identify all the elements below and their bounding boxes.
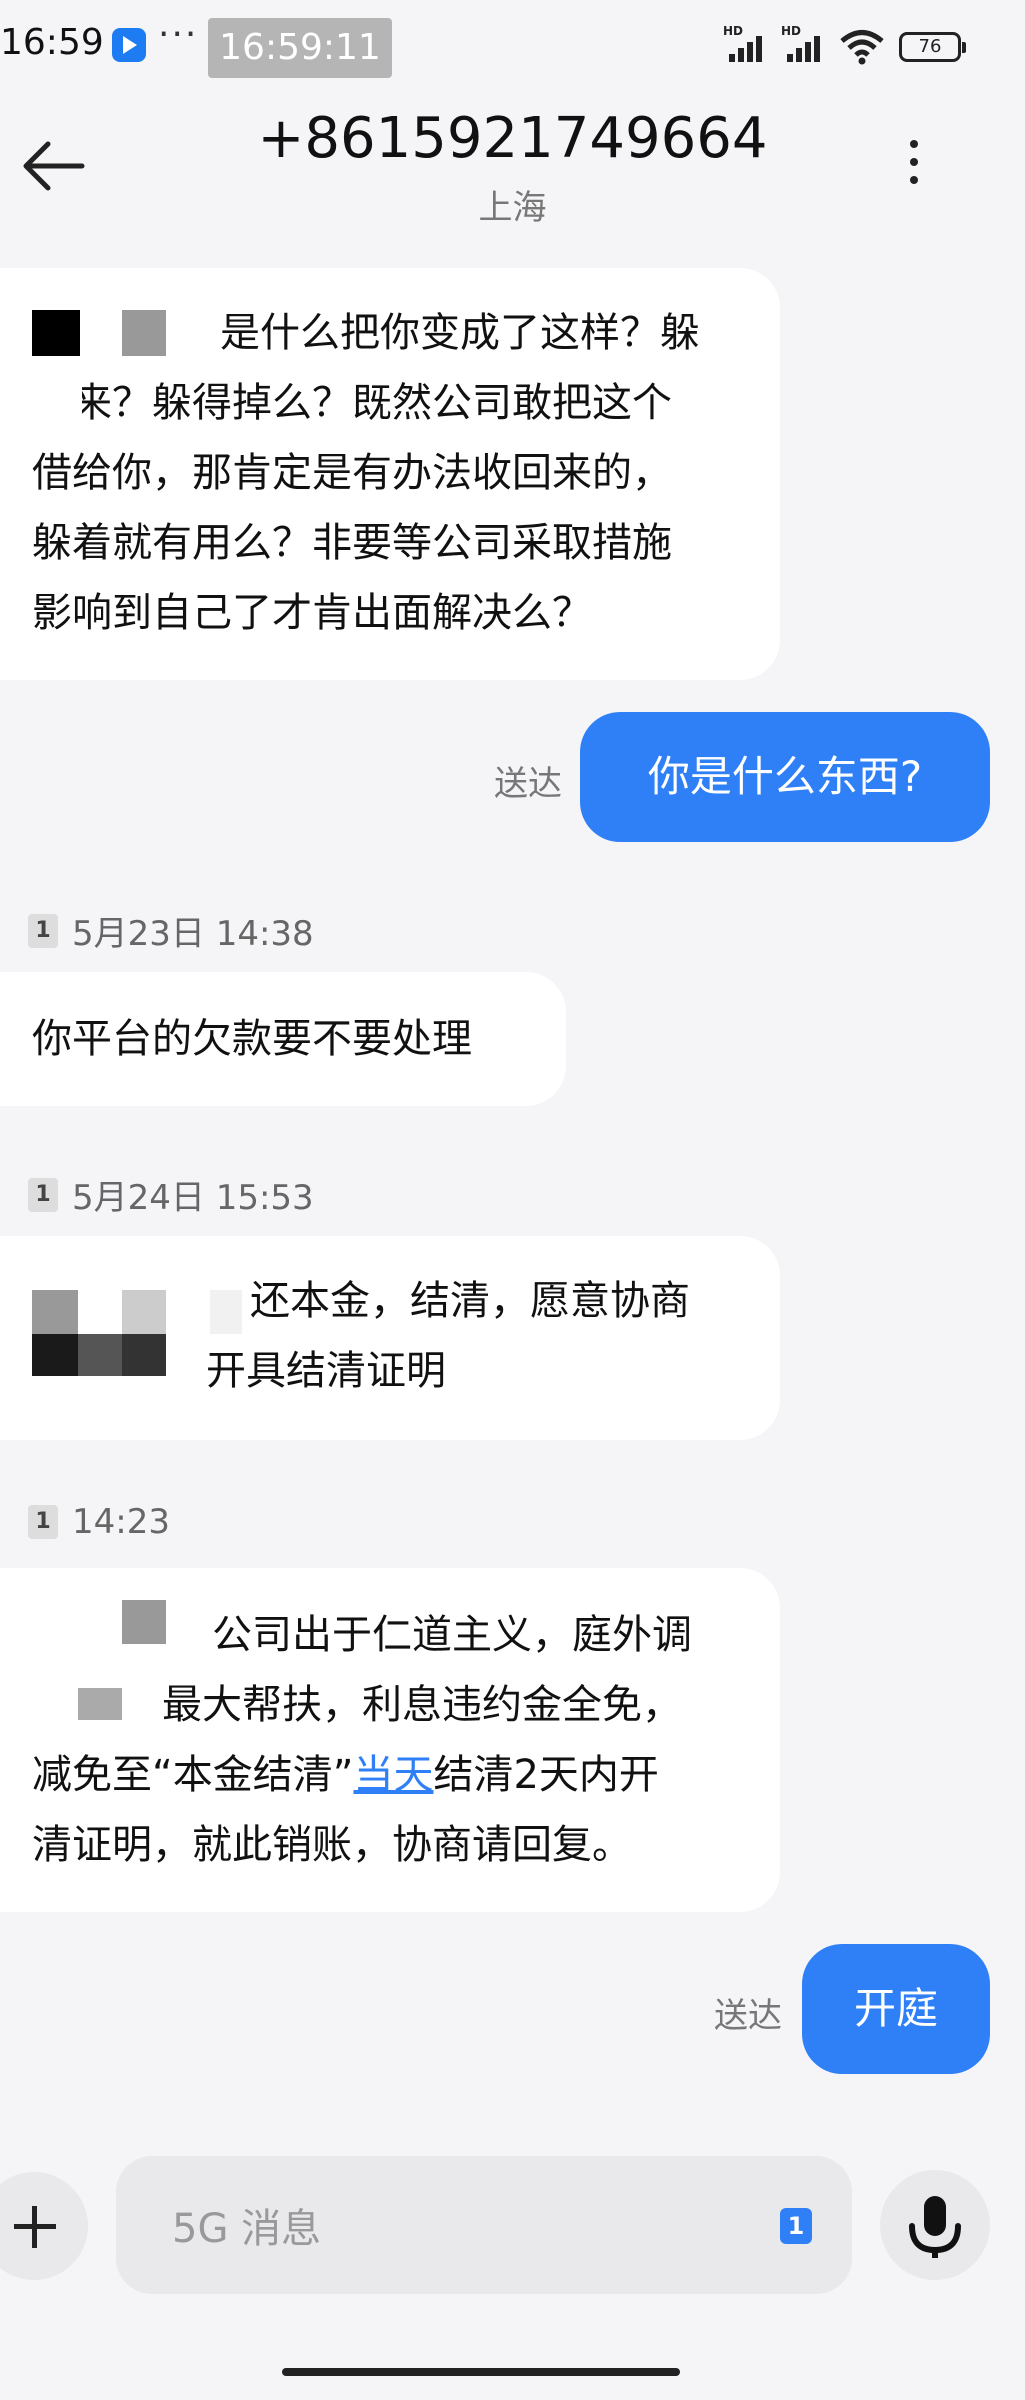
plus-icon[interactable] <box>0 2172 88 2280</box>
home-indicator[interactable] <box>282 2368 680 2376</box>
sim-badge: 1 <box>28 1177 58 1212</box>
status-icons: HD HD 76 <box>723 24 966 66</box>
message-line: 减免至“本金结清”当天结清2天内开 <box>32 1740 748 1810</box>
input-placeholder: 5G 消息 <box>172 2206 322 2252</box>
clock-badge: 16:59:11 <box>208 18 392 78</box>
message-line: 起来？躲得掉么？既然公司敢把这个 <box>32 380 672 426</box>
redaction-mosaic <box>78 1334 122 1376</box>
signal-icon: HD <box>723 24 767 66</box>
redaction-mosaic <box>30 1690 78 1726</box>
sim-selector-badge[interactable]: 1 <box>780 2208 812 2244</box>
contact-number: +8615921749664 <box>257 106 768 171</box>
delivered-status: 送达 <box>494 764 562 804</box>
more-notifications-icon: ··· <box>158 14 199 55</box>
date-separator: 1 14:23 <box>28 1502 170 1542</box>
incoming-message[interactable]: 你平台的欠款要不要处理 <box>0 972 566 1106</box>
date-separator: 1 5月23日 14:38 <box>28 906 314 955</box>
message-text: 结清2天内开 <box>433 1752 659 1798</box>
hd-label: HD <box>723 24 744 38</box>
microphone-icon <box>909 2196 961 2258</box>
status-bar: 16:59 ··· 16:59:11 HD HD 76 <box>0 0 1025 88</box>
message-line: 躲着就有用么？非要等公司采取措施 <box>32 520 672 566</box>
redaction-mosaic <box>122 1334 166 1376</box>
redaction-mosaic <box>78 1688 122 1720</box>
incoming-message[interactable]: 公司出于仁道主义，庭外调 最大帮扶，利息违约金全免， 减免至“本金结清”当天结清… <box>0 1568 780 1912</box>
more-vertical-icon[interactable] <box>898 140 930 196</box>
wifi-icon <box>840 30 884 65</box>
status-time: 16:59 <box>0 22 104 63</box>
redaction-mosaic <box>210 1290 242 1334</box>
date-text: 14:23 <box>72 1502 170 1542</box>
redaction-mosaic <box>32 1290 78 1334</box>
app-notification-icon <box>112 28 146 62</box>
redaction-mosaic <box>32 310 80 356</box>
sim-badge: 1 <box>28 1505 58 1539</box>
date-text: 5月24日 15:53 <box>72 1178 314 1218</box>
date-link[interactable]: 当天 <box>353 1752 433 1798</box>
sim-badge: 1 <box>28 913 58 948</box>
redaction-mosaic <box>30 380 82 420</box>
message-input[interactable]: 5G 消息 1 <box>116 2156 852 2294</box>
incoming-message[interactable]: 是什么把你变成了这样？躲 起来？躲得掉么？既然公司敢把这个 借给你，那肯定是有办… <box>0 268 780 680</box>
hd-label: HD <box>781 24 802 38</box>
redaction-mosaic <box>166 310 218 356</box>
message-line: 清证明，就此销账，协商请回复。 <box>32 1822 632 1868</box>
contact-location: 上海 <box>478 188 547 228</box>
redaction-mosaic <box>32 1334 78 1376</box>
redaction-mosaic <box>122 310 166 356</box>
delivered-status: 送达 <box>714 1996 782 2036</box>
microphone-button[interactable] <box>880 2170 990 2280</box>
date-text: 5月23日 14:38 <box>72 914 314 954</box>
outgoing-message[interactable]: 你是什么东西? <box>580 712 990 842</box>
signal-icon: HD <box>781 24 825 66</box>
message-line: 借给你，那肯定是有办法收回来的， <box>32 450 672 496</box>
message-text: 减免至“本金结清” <box>32 1752 354 1798</box>
message-line: 影响到自己了才肯出面解决么？ <box>32 590 592 636</box>
message-line: 你平台的欠款要不要处理 <box>32 1016 472 1062</box>
outgoing-message[interactable]: 开庭 <box>802 1944 990 2074</box>
redaction-mosaic <box>122 1290 166 1334</box>
date-separator: 1 5月24日 15:53 <box>28 1170 314 1219</box>
message-line: 最大帮扶，利息违约金全免， <box>162 1682 682 1728</box>
battery-icon: 76 <box>899 32 966 62</box>
redaction-mosaic <box>122 1600 166 1644</box>
